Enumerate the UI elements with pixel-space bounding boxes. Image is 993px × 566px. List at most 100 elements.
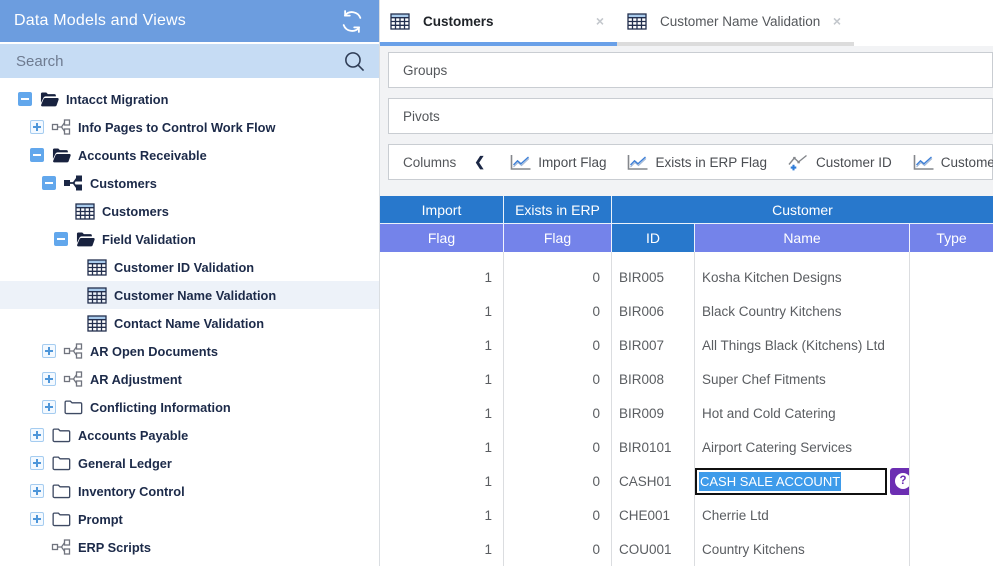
cell-customer-name[interactable]: All Things Black (Kitchens) Ltd CASH SAL…: [695, 328, 910, 362]
cell-exists-flag[interactable]: 0: [504, 464, 612, 498]
tree-item[interactable]: Customers: [0, 197, 379, 225]
expand-toggle-icon[interactable]: [30, 148, 44, 162]
column-chip[interactable]: Customer ID: [787, 154, 892, 171]
cell-customer-name[interactable]: Black Country Kitchens CASH SALE ACCOUNT…: [695, 294, 910, 328]
column-chip[interactable]: Import Flag: [509, 154, 606, 171]
tab[interactable]: Customers ×: [380, 0, 617, 46]
tree-item[interactable]: General Ledger: [0, 449, 379, 477]
cell-customer-name[interactable]: Kosha Kitchen Designs CASH SALE ACCOUNT …: [695, 260, 910, 294]
tree-item[interactable]: Accounts Payable: [0, 421, 379, 449]
cell-customer-id[interactable]: BIR005: [612, 260, 695, 294]
close-icon[interactable]: ×: [591, 13, 609, 29]
column-group-customer[interactable]: Customer: [612, 196, 993, 224]
cell-customer-name[interactable]: Hot and Cold Catering CASH SALE ACCOUNT …: [695, 396, 910, 430]
search-bar: [0, 44, 379, 78]
column-chip[interactable]: Exists in ERP Flag: [626, 154, 767, 171]
expand-toggle-icon[interactable]: [42, 372, 56, 386]
cell-customer-name[interactable]: Airport Catering Services CASH SALE ACCO…: [695, 430, 910, 464]
tree-item[interactable]: Customers: [0, 169, 379, 197]
expand-toggle-icon[interactable]: [42, 400, 56, 414]
column-header-import-flag[interactable]: Flag: [380, 224, 504, 252]
cell-customer-id[interactable]: BIR006: [612, 294, 695, 328]
column-chip[interactable]: Customer Name: [912, 154, 993, 171]
expand-toggle-icon[interactable]: [18, 92, 32, 106]
cell-customer-type[interactable]: [910, 498, 993, 532]
cell-import-flag[interactable]: 1: [380, 328, 504, 362]
tree-item[interactable]: Field Validation: [0, 225, 379, 253]
expand-toggle-icon[interactable]: [30, 456, 44, 470]
expand-toggle-icon[interactable]: [30, 120, 44, 134]
column-header-customer-type[interactable]: Type: [910, 224, 993, 252]
cell-import-flag[interactable]: 1: [380, 532, 504, 566]
close-icon[interactable]: ×: [828, 13, 846, 29]
refresh-icon[interactable]: [339, 9, 365, 34]
cell-exists-flag[interactable]: 0: [504, 328, 612, 362]
cell-customer-type[interactable]: [910, 464, 993, 498]
cell-exists-flag[interactable]: 0: [504, 294, 612, 328]
tree-item[interactable]: Intacct Migration: [0, 85, 379, 113]
tree-item[interactable]: Conflicting Information: [0, 393, 379, 421]
column-header-customer-name[interactable]: Name: [695, 224, 910, 252]
expand-toggle-icon[interactable]: [30, 512, 44, 526]
cell-import-flag[interactable]: 1: [380, 260, 504, 294]
table-row: 1 0 BIR008 Super Chef Fitments CASH SALE…: [380, 362, 993, 396]
expand-toggle-icon[interactable]: [30, 484, 44, 498]
column-group-import[interactable]: Import: [380, 196, 504, 224]
cell-import-flag[interactable]: 1: [380, 362, 504, 396]
cell-customer-name[interactable]: Cherrie Ltd CASH SALE ACCOUNT ?: [695, 498, 910, 532]
cell-customer-type[interactable]: [910, 328, 993, 362]
tree-item[interactable]: Contact Name Validation: [0, 309, 379, 337]
tree-item[interactable]: Info Pages to Control Work Flow: [0, 113, 379, 141]
cell-exists-flag[interactable]: 0: [504, 532, 612, 566]
cell-exists-flag[interactable]: 0: [504, 430, 612, 464]
cell-customer-type[interactable]: [910, 362, 993, 396]
search-icon[interactable]: [342, 49, 367, 74]
column-header-exists-flag[interactable]: Flag: [504, 224, 612, 252]
cell-exists-flag[interactable]: 0: [504, 362, 612, 396]
cell-customer-name[interactable]: Super Chef Fitments CASH SALE ACCOUNT ?: [695, 362, 910, 396]
pivots-drop-zone[interactable]: Pivots: [388, 98, 993, 134]
tree-item[interactable]: ERP Scripts: [0, 533, 379, 561]
tree-item[interactable]: AR Open Documents: [0, 337, 379, 365]
cell-exists-flag[interactable]: 0: [504, 396, 612, 430]
cell-customer-id[interactable]: BIR0101: [612, 430, 695, 464]
cell-customer-id[interactable]: CHE001: [612, 498, 695, 532]
cell-customer-id[interactable]: BIR008: [612, 362, 695, 396]
cell-import-flag[interactable]: 1: [380, 294, 504, 328]
cell-customer-id[interactable]: BIR009: [612, 396, 695, 430]
expand-toggle-icon[interactable]: [42, 344, 56, 358]
cell-import-flag[interactable]: 1: [380, 396, 504, 430]
cell-customer-type[interactable]: [910, 430, 993, 464]
cell-customer-id[interactable]: BIR007: [612, 328, 695, 362]
tree-item[interactable]: Customer Name Validation: [0, 281, 379, 309]
expand-toggle-icon[interactable]: [54, 232, 68, 246]
help-icon[interactable]: ?: [890, 468, 910, 495]
tree-item[interactable]: AR Adjustment: [0, 365, 379, 393]
cell-customer-type[interactable]: [910, 294, 993, 328]
cell-import-flag[interactable]: 1: [380, 464, 504, 498]
chevron-left-icon[interactable]: ❮: [474, 154, 485, 170]
cell-customer-id[interactable]: CASH01: [612, 464, 695, 498]
cell-customer-name[interactable]: CASH SALE ACCOUNT ?: [695, 464, 910, 498]
column-group-exists-in-erp[interactable]: Exists in ERP: [504, 196, 612, 224]
cell-exists-flag[interactable]: 0: [504, 498, 612, 532]
tree-item[interactable]: Customer ID Validation: [0, 253, 379, 281]
cell-exists-flag[interactable]: 0: [504, 260, 612, 294]
cell-customer-type[interactable]: [910, 396, 993, 430]
groups-drop-zone[interactable]: Groups: [388, 52, 993, 88]
tree-item[interactable]: Prompt: [0, 505, 379, 533]
cell-import-flag[interactable]: 1: [380, 498, 504, 532]
search-input[interactable]: [14, 52, 342, 71]
cell-customer-type[interactable]: [910, 532, 993, 566]
column-header-customer-id[interactable]: ID: [612, 224, 695, 252]
expand-toggle-icon[interactable]: [42, 176, 56, 190]
cell-customer-id[interactable]: COU001: [612, 532, 695, 566]
cell-customer-type[interactable]: [910, 260, 993, 294]
cell-import-flag[interactable]: 1: [380, 430, 504, 464]
tree-item[interactable]: Accounts Receivable: [0, 141, 379, 169]
tree-item[interactable]: Inventory Control: [0, 477, 379, 505]
tab[interactable]: Customer Name Validation ×: [617, 0, 854, 46]
expand-toggle-icon[interactable]: [30, 428, 44, 442]
cell-customer-name[interactable]: Country Kitchens CASH SALE ACCOUNT ?: [695, 532, 910, 566]
cell-edit-input[interactable]: CASH SALE ACCOUNT: [695, 468, 887, 495]
